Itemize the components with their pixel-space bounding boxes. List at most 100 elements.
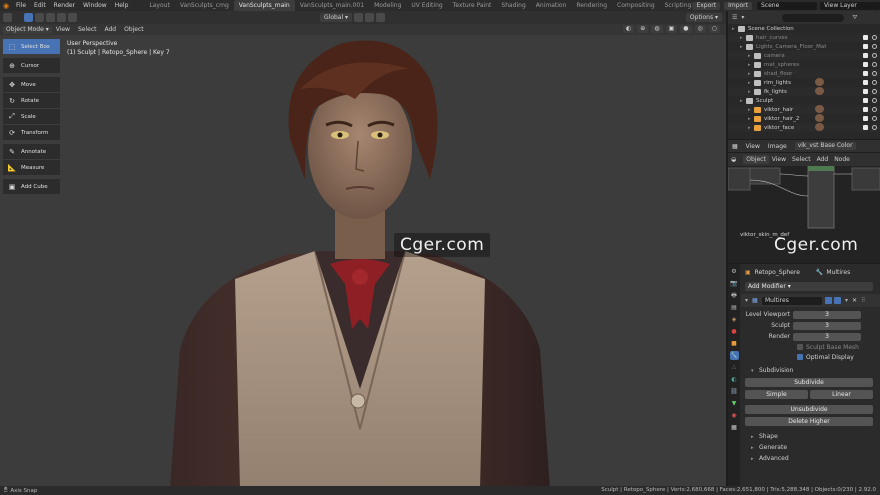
workspace-tab-modeling[interactable]: Modeling [369,0,406,11]
workspace-tab-vansculpts-cmg[interactable]: VanSculpts_cmg [175,0,234,11]
shape-section-header[interactable]: ▸ Shape [741,431,880,442]
visibility-eye-icon[interactable] [872,116,877,121]
output-tab-icon[interactable]: 🖶 [730,291,739,300]
select-mode-extend-icon[interactable] [35,13,44,22]
visibility-eye-icon[interactable] [872,35,877,40]
exclude-checkbox[interactable] [863,44,868,49]
exclude-checkbox[interactable] [863,71,868,76]
workspace-tab-rendering[interactable]: Rendering [571,0,612,11]
menu-render[interactable]: Render [50,2,79,9]
workspace-tab-vansculpts-main-001[interactable]: VanSculpts_main.001 [295,0,369,11]
view-layer-tab-icon[interactable]: ▤ [730,303,739,312]
view-layer-selector[interactable]: View Layer [820,1,880,10]
visibility-eye-icon[interactable] [872,80,877,85]
menu-window[interactable]: Window [79,2,111,9]
optimal-display-checkbox[interactable] [797,354,803,360]
modifier-name-field[interactable]: Multires [762,296,822,305]
sculpt-base-mesh-row[interactable]: Sculpt Base Mesh [741,342,880,352]
visibility-eye-icon[interactable] [872,62,877,67]
outliner-row[interactable]: ▸ Sculpt [728,96,880,105]
viewport-menu-object[interactable]: Object [120,26,148,33]
tool-move[interactable]: ✥ Move [3,77,60,92]
visibility-eye-icon[interactable] [872,125,877,130]
tool-tab-icon[interactable]: ⚙ [730,267,739,276]
sculpt-level-field[interactable]: 3 [793,321,861,330]
tool-scale[interactable]: ⤢ Scale [3,109,60,124]
options-dropdown[interactable]: Options ▾ [685,13,722,22]
proportional-edit-icon[interactable] [376,13,386,22]
transform-orientation-dropdown[interactable]: Global ▾ [320,13,353,22]
visibility-eye-icon[interactable] [872,53,877,58]
select-mode-intersect-icon[interactable] [68,13,77,22]
outliner-row[interactable]: ▸ hair_curves [728,33,880,42]
texture-tab-icon[interactable]: ▦ [730,423,739,432]
exclude-checkbox[interactable] [863,98,868,103]
outliner-filter-icon[interactable]: ▾ [741,14,744,21]
exclude-checkbox[interactable] [863,53,868,58]
overlay-icon[interactable]: ◍ [651,25,663,33]
workspace-tab-texture-paint[interactable]: Texture Paint [448,0,497,11]
render-level-field[interactable]: 3 [793,332,861,341]
node-object-dropdown[interactable]: Object [743,155,769,164]
workspace-tab-uv-editing[interactable]: UV Editing [406,0,447,11]
gizmo-icon[interactable]: ⊕ [637,25,649,33]
tool-select-box[interactable]: ⬚ Select Box [3,39,60,54]
xray-icon[interactable]: ▣ [665,25,678,33]
exclude-checkbox[interactable] [863,125,868,130]
exclude-checkbox[interactable] [863,89,868,94]
workspace-tab-compositing[interactable]: Compositing [612,0,660,11]
physics-tab-icon[interactable]: ◐ [730,375,739,384]
editor-type-icon[interactable] [3,13,12,22]
simple-button[interactable]: Simple [745,389,808,399]
remove-modifier-icon[interactable]: ✕ [852,297,857,304]
3d-viewport[interactable]: Global ▾ Options ▾ Object Mode ▾ View Se… [0,11,726,486]
generate-section-header[interactable]: ▸ Generate [741,442,880,453]
tool-add-cube[interactable]: ▣ Add Cube [3,179,60,194]
constraints-tab-icon[interactable]: ⛓ [730,387,739,396]
unsubdivide-button[interactable]: Unsubdivide [745,404,873,414]
menu-edit[interactable]: Edit [30,2,50,9]
workspace-tab-shading[interactable]: Shading [496,0,530,11]
exclude-checkbox[interactable] [863,107,868,112]
outliner-editor-icon[interactable]: ☰ [732,14,737,21]
advanced-section-header[interactable]: ▸ Advanced [741,453,880,464]
viewport-visibility-icon[interactable]: ◐ [623,25,635,33]
material-tab-icon[interactable]: ◉ [730,411,739,420]
add-modifier-dropdown[interactable]: Add Modifier ▾ [745,282,873,291]
sculpt-base-mesh-checkbox[interactable] [797,344,803,350]
node-editor[interactable]: ◒ Object View Select Add Node Cger.com v… [728,153,880,263]
collapse-arrow-icon[interactable]: ▾ [745,297,752,304]
tool-cursor[interactable]: ⊕ Cursor [3,58,60,73]
tool-measure[interactable]: 📐 Measure [3,160,60,175]
select-mode-subtract-icon[interactable] [46,13,55,22]
node-menu-view[interactable]: View [769,156,789,163]
visibility-eye-icon[interactable] [872,107,877,112]
object-mode-dropdown[interactable]: Object Mode ▾ [3,25,52,34]
subdivision-section-header[interactable]: ▾ Subdivision [741,365,880,376]
world-tab-icon[interactable]: ● [730,327,739,336]
outliner-funnel-icon[interactable]: ⛛ [852,14,857,22]
shading-solid-icon[interactable]: ● [680,25,692,33]
workspace-tab-vansculpts-main[interactable]: VanSculpts_main [233,0,295,11]
shading-rendered-icon[interactable]: ○ [708,25,720,33]
pivot-icon[interactable] [354,13,364,22]
delete-higher-button[interactable]: Delete Higher [745,416,873,426]
tool-transform[interactable]: ⟳ Transform [3,125,60,140]
drag-handle-icon[interactable]: ⠿ [861,297,865,304]
tool-annotate[interactable]: ✎ Annotate [3,144,60,159]
node-menu-node[interactable]: Node [831,156,853,163]
linear-button[interactable]: Linear [810,389,873,399]
image-name-field[interactable]: vik_vst Base Color [794,142,856,150]
data-tab-icon[interactable]: ▼ [730,399,739,408]
tool-rotate[interactable]: ↻ Rotate [3,93,60,108]
outliner-row[interactable]: ▸ camera [728,51,880,60]
node-menu-add[interactable]: Add [814,156,832,163]
outliner-row[interactable]: ▸ rim_lights [728,78,880,87]
visibility-eye-icon[interactable] [872,71,877,76]
visibility-eye-icon[interactable] [872,89,877,94]
shading-material-icon[interactable]: ◎ [694,25,706,33]
render-tab-icon[interactable]: 📷 [730,279,739,288]
visibility-eye-icon[interactable] [872,98,877,103]
exclude-checkbox[interactable] [863,80,868,85]
outliner-row[interactable]: ▸ fk_lights [728,87,880,96]
